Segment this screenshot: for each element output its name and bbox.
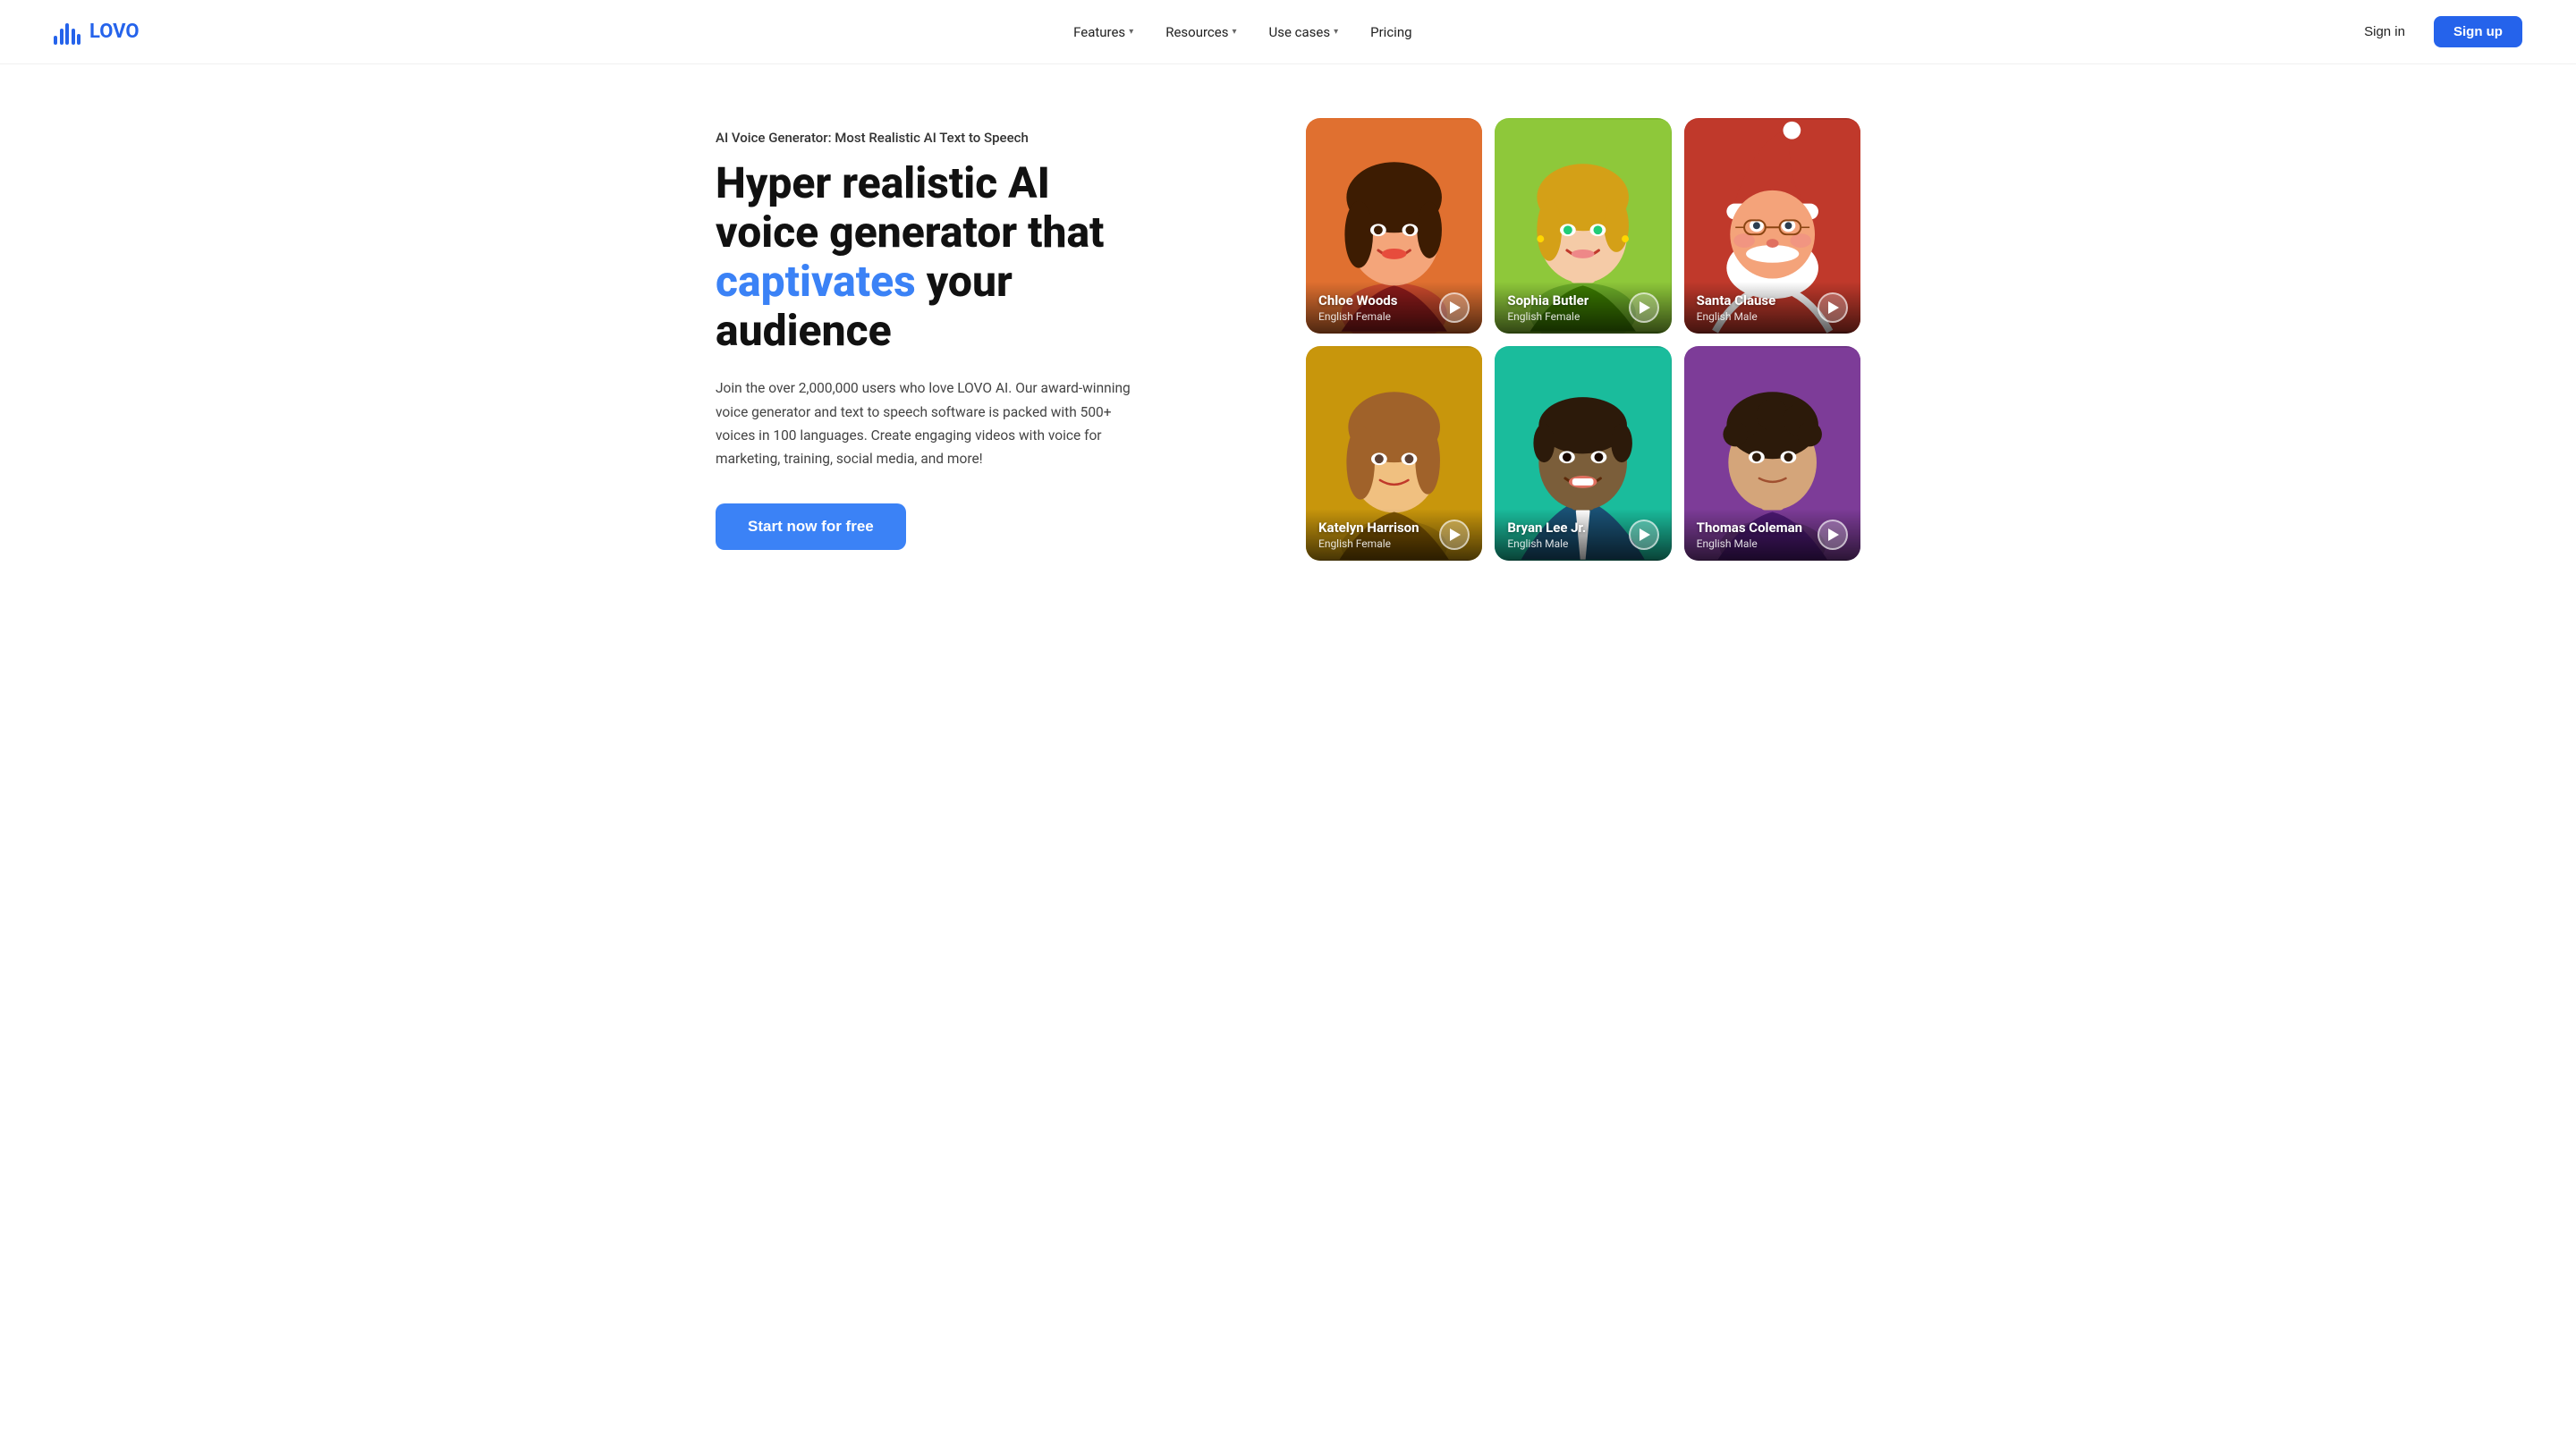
voice-card-overlay-thomas: Thomas Coleman English Male bbox=[1684, 509, 1860, 561]
logo-icon bbox=[54, 20, 80, 45]
voice-grid: Chloe Woods English Female bbox=[1306, 118, 1860, 561]
voice-card-info-santa: Santa Clause English Male bbox=[1697, 292, 1776, 323]
voice-name-santa: Santa Clause bbox=[1697, 292, 1776, 309]
chevron-down-icon: ▾ bbox=[1334, 27, 1338, 37]
hero-description: Join the over 2,000,000 users who love L… bbox=[716, 376, 1145, 470]
hero-title-accent: captivates bbox=[716, 256, 916, 307]
voice-name-bryan: Bryan Lee Jr. bbox=[1507, 520, 1586, 536]
nav-resources[interactable]: Resources ▾ bbox=[1153, 17, 1249, 47]
hero-section: AI Voice Generator: Most Realistic AI Te… bbox=[662, 64, 1914, 632]
voice-lang-sophia: English Female bbox=[1507, 310, 1589, 323]
voice-card-info-chloe: Chloe Woods English Female bbox=[1318, 292, 1397, 323]
play-icon-chloe bbox=[1450, 301, 1461, 314]
voice-lang-santa: English Male bbox=[1697, 310, 1776, 323]
voice-name-katelyn: Katelyn Harrison bbox=[1318, 520, 1419, 536]
voice-card-overlay-bryan: Bryan Lee Jr. English Male bbox=[1495, 509, 1671, 561]
play-button-chloe[interactable] bbox=[1439, 292, 1470, 323]
play-button-thomas[interactable] bbox=[1818, 520, 1848, 550]
voice-card-santa-clause[interactable]: Santa Clause English Male bbox=[1684, 118, 1860, 334]
voice-name-chloe: Chloe Woods bbox=[1318, 292, 1397, 309]
hero-content: AI Voice Generator: Most Realistic AI Te… bbox=[716, 130, 1145, 550]
nav-use-cases[interactable]: Use cases ▾ bbox=[1257, 17, 1352, 47]
chevron-down-icon: ▾ bbox=[1232, 27, 1236, 37]
voice-card-thomas-coleman[interactable]: Thomas Coleman English Male bbox=[1684, 346, 1860, 562]
nav-actions: Sign in Sign up bbox=[2346, 16, 2522, 47]
play-button-katelyn[interactable] bbox=[1439, 520, 1470, 550]
voice-name-sophia: Sophia Butler bbox=[1507, 292, 1589, 309]
voice-card-sophia-butler[interactable]: Sophia Butler English Female bbox=[1495, 118, 1671, 334]
voice-lang-bryan: English Male bbox=[1507, 537, 1586, 550]
voice-card-overlay-katelyn: Katelyn Harrison English Female bbox=[1306, 509, 1482, 561]
voice-card-bryan-lee[interactable]: Bryan Lee Jr. English Male bbox=[1495, 346, 1671, 562]
signin-button[interactable]: Sign in bbox=[2346, 16, 2423, 47]
voice-card-overlay-santa: Santa Clause English Male bbox=[1684, 282, 1860, 334]
play-icon-sophia bbox=[1640, 301, 1650, 314]
signup-button[interactable]: Sign up bbox=[2434, 16, 2522, 47]
voice-card-chloe-woods[interactable]: Chloe Woods English Female bbox=[1306, 118, 1482, 334]
hero-title: Hyper realistic AI voice generator that … bbox=[716, 158, 1145, 356]
hero-subtitle: AI Voice Generator: Most Realistic AI Te… bbox=[716, 130, 1145, 146]
voice-lang-chloe: English Female bbox=[1318, 310, 1397, 323]
play-icon-bryan bbox=[1640, 528, 1650, 541]
voice-card-katelyn-harrison[interactable]: Katelyn Harrison English Female bbox=[1306, 346, 1482, 562]
logo[interactable]: LOVO bbox=[54, 20, 140, 45]
voice-card-overlay-chloe: Chloe Woods English Female bbox=[1306, 282, 1482, 334]
voice-card-overlay-sophia: Sophia Butler English Female bbox=[1495, 282, 1671, 334]
play-icon-thomas bbox=[1828, 528, 1839, 541]
nav-pricing[interactable]: Pricing bbox=[1358, 17, 1424, 47]
play-icon-santa bbox=[1828, 301, 1839, 314]
voice-card-info-sophia: Sophia Butler English Female bbox=[1507, 292, 1589, 323]
play-button-santa[interactable] bbox=[1818, 292, 1848, 323]
voice-lang-thomas: English Male bbox=[1697, 537, 1802, 550]
voice-name-thomas: Thomas Coleman bbox=[1697, 520, 1802, 536]
nav-features[interactable]: Features ▾ bbox=[1061, 17, 1146, 47]
play-icon-katelyn bbox=[1450, 528, 1461, 541]
main-nav: LOVO Features ▾ Resources ▾ Use cases ▾ … bbox=[0, 0, 2576, 64]
voice-card-info-thomas: Thomas Coleman English Male bbox=[1697, 520, 1802, 550]
voice-card-info-bryan: Bryan Lee Jr. English Male bbox=[1507, 520, 1586, 550]
play-button-bryan[interactable] bbox=[1629, 520, 1659, 550]
nav-links: Features ▾ Resources ▾ Use cases ▾ Prici… bbox=[1061, 17, 1424, 47]
play-button-sophia[interactable] bbox=[1629, 292, 1659, 323]
logo-text: LOVO bbox=[89, 21, 140, 43]
chevron-down-icon: ▾ bbox=[1129, 27, 1133, 37]
cta-button[interactable]: Start now for free bbox=[716, 503, 906, 550]
voice-lang-katelyn: English Female bbox=[1318, 537, 1419, 550]
voice-card-info-katelyn: Katelyn Harrison English Female bbox=[1318, 520, 1419, 550]
hero-title-part1: Hyper realistic AI voice generator that bbox=[716, 157, 1104, 258]
